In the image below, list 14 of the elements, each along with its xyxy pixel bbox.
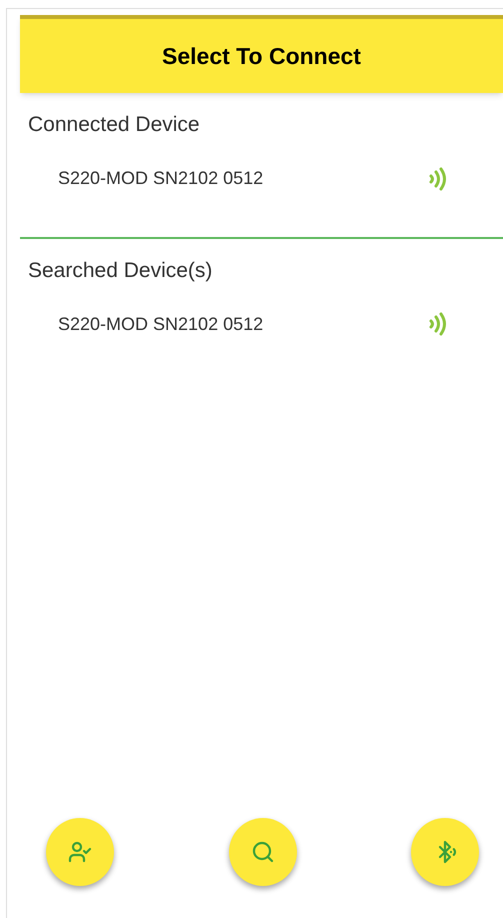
connected-button[interactable] [46, 818, 114, 886]
user-check-icon [68, 840, 92, 864]
device-name: S220-MOD SN2102 0512 [58, 167, 264, 190]
section-title: Searched Device(s) [27, 258, 214, 284]
section-title: Connected Device [27, 112, 201, 138]
header-title: Select To Connect [162, 42, 361, 71]
signal-icon [427, 166, 447, 190]
bluetooth-button[interactable] [411, 818, 479, 886]
search-icon [250, 840, 274, 864]
signal-icon [427, 312, 447, 336]
device-item[interactable]: S220-MOD SN2102 0512 [20, 158, 503, 198]
device-item[interactable]: S220-MOD SN2102 0512 [20, 304, 503, 344]
device-name: S220-MOD SN2102 0512 [58, 312, 264, 336]
search-button[interactable] [228, 818, 296, 886]
